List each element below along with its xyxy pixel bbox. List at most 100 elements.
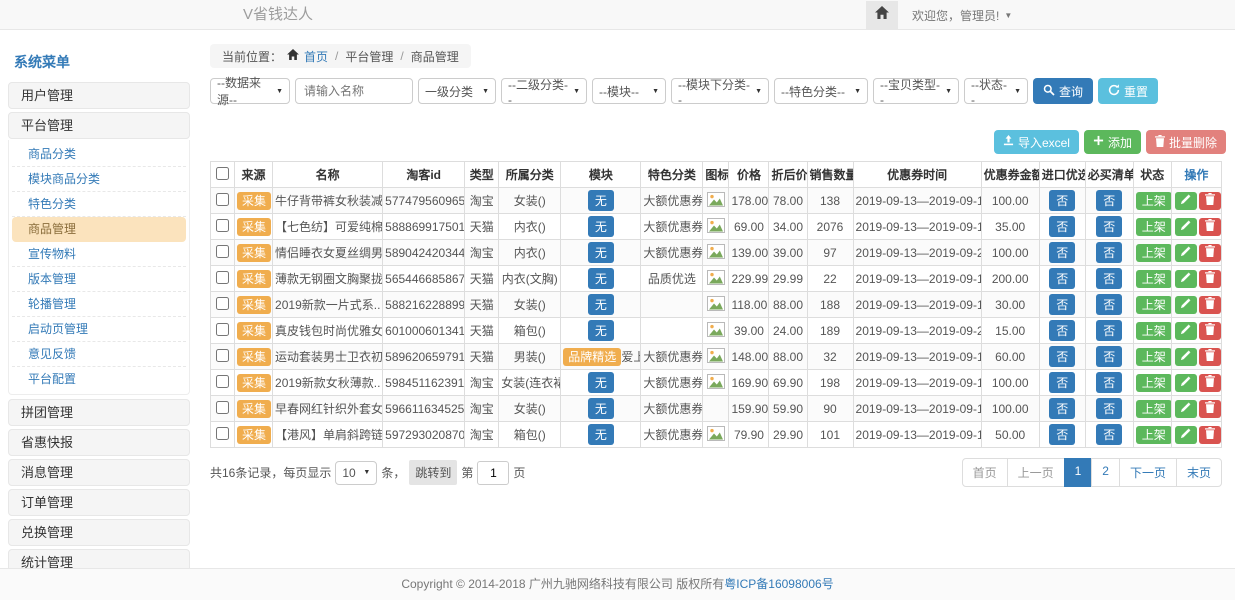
sidebar-subitem[interactable]: 宣传物料 xyxy=(12,242,186,267)
must-buy-toggle[interactable]: 否 xyxy=(1096,294,1122,315)
delete-button[interactable] xyxy=(1199,192,1221,210)
delete-button[interactable] xyxy=(1199,296,1221,314)
must-buy-toggle[interactable]: 否 xyxy=(1096,320,1122,341)
icp-link[interactable]: 粤ICP备16098006号 xyxy=(724,577,833,591)
select-all-checkbox[interactable] xyxy=(216,167,229,180)
sidebar-subitem[interactable]: 模块商品分类 xyxy=(12,167,186,192)
edit-button[interactable] xyxy=(1175,296,1197,314)
search-button[interactable]: 查询 xyxy=(1033,78,1093,104)
sidebar-item[interactable]: 用户管理 xyxy=(8,82,190,109)
row-checkbox[interactable] xyxy=(216,297,229,310)
sidebar-item[interactable]: 平台管理 xyxy=(8,112,190,139)
jump-button[interactable]: 跳转到 xyxy=(409,460,457,485)
must-buy-toggle[interactable]: 否 xyxy=(1096,372,1122,393)
sidebar-subitem-active[interactable]: 商品管理 xyxy=(12,217,186,242)
status-toggle[interactable]: 上架 xyxy=(1136,374,1172,392)
filter-select-feature-category[interactable]: --特色分类--▼ xyxy=(774,78,868,104)
sidebar-subitem[interactable]: 平台配置 xyxy=(12,367,186,392)
delete-button[interactable] xyxy=(1199,400,1221,418)
delete-button[interactable] xyxy=(1199,348,1221,366)
import-select-toggle[interactable]: 否 xyxy=(1049,346,1075,367)
edit-button[interactable] xyxy=(1175,322,1197,340)
sidebar-subitem[interactable]: 版本管理 xyxy=(12,267,186,292)
import-select-toggle[interactable]: 否 xyxy=(1049,242,1075,263)
edit-button[interactable] xyxy=(1175,270,1197,288)
edit-button[interactable] xyxy=(1175,400,1197,418)
delete-button[interactable] xyxy=(1199,426,1221,444)
delete-button[interactable] xyxy=(1199,322,1221,340)
row-checkbox[interactable] xyxy=(216,245,229,258)
row-checkbox[interactable] xyxy=(216,427,229,440)
must-buy-toggle[interactable]: 否 xyxy=(1096,346,1122,367)
reset-button[interactable]: 重置 xyxy=(1098,78,1158,104)
status-toggle[interactable]: 上架 xyxy=(1136,244,1172,262)
name-search-input[interactable] xyxy=(295,78,413,104)
import-select-toggle[interactable]: 否 xyxy=(1049,372,1075,393)
page-2-button[interactable]: 2 xyxy=(1091,458,1120,487)
import-excel-button[interactable]: 导入excel xyxy=(994,130,1079,154)
breadcrumb-home-link[interactable]: 首页 xyxy=(304,48,328,65)
import-select-toggle[interactable]: 否 xyxy=(1049,294,1075,315)
sidebar-subitem[interactable]: 轮播管理 xyxy=(12,292,186,317)
batch-delete-button[interactable]: 批量删除 xyxy=(1146,130,1226,154)
import-select-toggle[interactable]: 否 xyxy=(1049,424,1075,445)
filter-select-level1-category[interactable]: 一级分类▼ xyxy=(418,78,496,104)
status-toggle[interactable]: 上架 xyxy=(1136,348,1172,366)
import-select-toggle[interactable]: 否 xyxy=(1049,320,1075,341)
row-checkbox[interactable] xyxy=(216,323,229,336)
add-button[interactable]: 添加 xyxy=(1084,130,1141,154)
row-checkbox[interactable] xyxy=(216,349,229,362)
sidebar-item[interactable]: 订单管理 xyxy=(8,489,190,516)
status-toggle[interactable]: 上架 xyxy=(1136,296,1172,314)
status-toggle[interactable]: 上架 xyxy=(1136,192,1172,210)
delete-button[interactable] xyxy=(1199,244,1221,262)
must-buy-toggle[interactable]: 否 xyxy=(1096,190,1122,211)
must-buy-toggle[interactable]: 否 xyxy=(1096,268,1122,289)
edit-button[interactable] xyxy=(1175,348,1197,366)
status-toggle[interactable]: 上架 xyxy=(1136,322,1172,340)
import-select-toggle[interactable]: 否 xyxy=(1049,398,1075,419)
user-menu[interactable]: 欢迎您，管理员! ▼ xyxy=(912,7,1012,24)
status-toggle[interactable]: 上架 xyxy=(1136,400,1172,418)
import-select-toggle[interactable]: 否 xyxy=(1049,268,1075,289)
import-select-toggle[interactable]: 否 xyxy=(1049,216,1075,237)
per-page-select[interactable]: 10 ▼ xyxy=(335,461,377,485)
sidebar-subitem[interactable]: 商品分类 xyxy=(12,142,186,167)
filter-select-module[interactable]: --模块--▼ xyxy=(592,78,666,104)
status-toggle[interactable]: 上架 xyxy=(1136,270,1172,288)
edit-button[interactable] xyxy=(1175,244,1197,262)
row-checkbox[interactable] xyxy=(216,193,229,206)
page-1-button[interactable]: 1 xyxy=(1064,458,1093,487)
must-buy-toggle[interactable]: 否 xyxy=(1096,424,1122,445)
row-checkbox[interactable] xyxy=(216,375,229,388)
delete-button[interactable] xyxy=(1199,218,1221,236)
filter-select-data-source[interactable]: --数据来源--▼ xyxy=(210,78,290,104)
filter-select-item-type[interactable]: --宝贝类型--▼ xyxy=(873,78,959,104)
must-buy-toggle[interactable]: 否 xyxy=(1096,216,1122,237)
status-toggle[interactable]: 上架 xyxy=(1136,218,1172,236)
jump-page-input[interactable] xyxy=(477,461,509,485)
filter-select-module-sub-category[interactable]: --模块下分类--▼ xyxy=(671,78,769,104)
page-next-button[interactable]: 下一页 xyxy=(1119,458,1177,487)
filter-select-status[interactable]: --状态--▼ xyxy=(964,78,1028,104)
row-checkbox[interactable] xyxy=(216,401,229,414)
sidebar-item[interactable]: 省惠快报 xyxy=(8,429,190,456)
sidebar-subitem[interactable]: 特色分类 xyxy=(12,192,186,217)
page-prev-button[interactable]: 上一页 xyxy=(1007,458,1065,487)
filter-select-level2-category[interactable]: --二级分类--▼ xyxy=(501,78,587,104)
sidebar-item[interactable]: 兑换管理 xyxy=(8,519,190,546)
sidebar-item[interactable]: 拼团管理 xyxy=(8,399,190,426)
sidebar-subitem[interactable]: 意见反馈 xyxy=(12,342,186,367)
import-select-toggle[interactable]: 否 xyxy=(1049,190,1075,211)
page-first-button[interactable]: 首页 xyxy=(962,458,1008,487)
must-buy-toggle[interactable]: 否 xyxy=(1096,398,1122,419)
page-last-button[interactable]: 末页 xyxy=(1176,458,1222,487)
sidebar-item[interactable]: 消息管理 xyxy=(8,459,190,486)
edit-button[interactable] xyxy=(1175,218,1197,236)
delete-button[interactable] xyxy=(1199,270,1221,288)
must-buy-toggle[interactable]: 否 xyxy=(1096,242,1122,263)
status-toggle[interactable]: 上架 xyxy=(1136,426,1172,444)
edit-button[interactable] xyxy=(1175,426,1197,444)
row-checkbox[interactable] xyxy=(216,219,229,232)
home-button[interactable] xyxy=(866,1,898,30)
